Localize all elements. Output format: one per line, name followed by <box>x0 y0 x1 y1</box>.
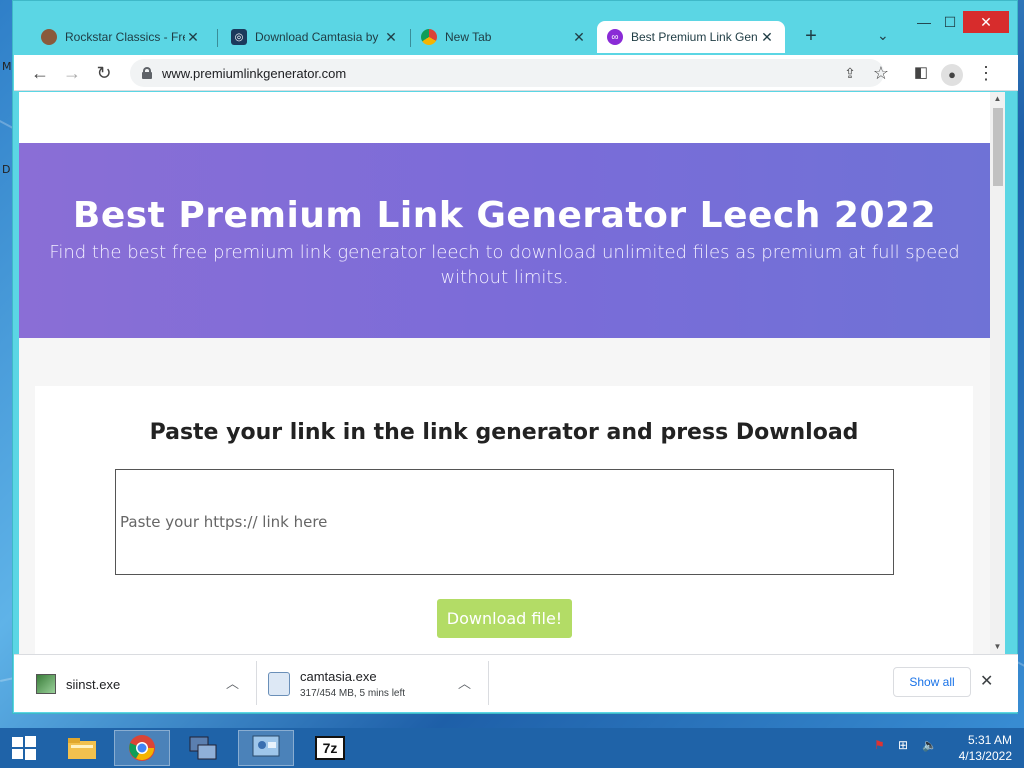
taskbar: 7z ⚑ ⊞ 🔈 5:31 AM 4/13/2022 <box>0 728 1024 768</box>
tab-camtasia[interactable]: ◎ Download Camtasia by ✕ <box>221 21 409 53</box>
bookmark-star-icon[interactable]: ☆ <box>869 61 893 85</box>
clock-time: 5:31 AM <box>967 733 1012 747</box>
network-setup-icon[interactable] <box>174 730 230 766</box>
maximize-button[interactable]: ☐ <box>935 11 965 33</box>
link-input[interactable] <box>115 469 894 575</box>
page-top-bar <box>19 92 990 143</box>
installer-icon <box>36 674 56 694</box>
download-progress-text: 317/454 MB, 5 mins left <box>300 688 406 699</box>
new-tab-button[interactable]: + <box>799 25 823 49</box>
hero-title: Best Premium Link Generator Leech 2022 <box>72 195 937 236</box>
system-clock[interactable]: 5:31 AM 4/13/2022 <box>952 732 1012 764</box>
window-close-button[interactable]: ✕ <box>963 11 1009 33</box>
generator-card: Paste your link in the link generator an… <box>35 386 973 654</box>
close-icon[interactable]: ✕ <box>383 29 399 46</box>
share-icon[interactable]: ⇪ <box>838 61 862 85</box>
7zip-icon[interactable]: 7z <box>302 730 358 766</box>
tab-title: Download Camtasia by <box>255 30 379 44</box>
download-divider <box>256 661 257 705</box>
desktop-icon-label: D <box>2 163 11 176</box>
browser-toolbar: ← → ↻ www.premiumlinkgenerator.com ⇪ ☆ ◧… <box>14 55 1018 91</box>
tab-search-chevron-icon[interactable]: ⌄ <box>877 27 889 44</box>
show-all-button[interactable]: Show all <box>893 667 971 697</box>
forward-icon[interactable]: → <box>60 61 84 85</box>
chevron-up-icon[interactable]: ︿ <box>226 673 239 692</box>
file-explorer-icon[interactable] <box>54 730 110 766</box>
link-generator-icon: ∞ <box>607 29 623 45</box>
hero-banner: Best Premium Link Generator Leech 2022 F… <box>19 143 990 338</box>
windows-start-icon[interactable] <box>0 730 48 766</box>
back-icon[interactable]: ← <box>28 61 52 85</box>
network-icon[interactable]: ⊞ <box>898 738 908 752</box>
close-icon[interactable]: ✕ <box>571 29 587 46</box>
scrollbar-thumb[interactable] <box>993 108 1003 186</box>
lock-icon <box>142 67 152 79</box>
tab-title: Best Premium Link Gen <box>631 30 758 44</box>
tab-strip: Rockstar Classics - Free ✕ ◎ Download Ca… <box>13 1 1017 55</box>
profile-icon[interactable]: ● <box>940 61 964 86</box>
menu-icon[interactable]: ⋮ <box>974 61 998 85</box>
tab-premium-link-generator[interactable]: ∞ Best Premium Link Gen ✕ <box>597 21 785 53</box>
download-file-button[interactable]: Download file! <box>437 599 572 638</box>
tab-rockstar[interactable]: Rockstar Classics - Free ✕ <box>31 21 211 53</box>
close-icon[interactable]: ✕ <box>759 29 775 46</box>
download-item[interactable]: siinst.exe <box>36 661 246 707</box>
tab-title: New Tab <box>445 30 492 44</box>
download-item[interactable]: camtasia.exe 317/454 MB, 5 mins left <box>268 661 468 707</box>
tab-divider <box>217 29 218 47</box>
control-panel-icon[interactable] <box>238 730 294 766</box>
close-icon[interactable]: ✕ <box>185 29 201 46</box>
chrome-taskbar-icon[interactable] <box>114 730 170 766</box>
form-heading: Paste your link in the link generator an… <box>149 420 859 445</box>
page-viewport: Best Premium Link Generator Leech 2022 F… <box>19 92 1005 654</box>
scroll-down-icon[interactable]: ▼ <box>990 640 1005 654</box>
chevron-up-icon[interactable]: ︿ <box>458 673 471 692</box>
chrome-icon <box>421 29 437 45</box>
download-filename: camtasia.exe <box>300 669 377 684</box>
7zip-label: 7z <box>315 736 345 760</box>
side-panel-icon[interactable]: ◧ <box>909 61 933 85</box>
desktop-icon-label: M <box>2 60 12 73</box>
download-divider <box>488 661 489 705</box>
tab-title: Rockstar Classics - Free <box>65 30 185 44</box>
address-bar[interactable]: www.premiumlinkgenerator.com <box>130 59 884 87</box>
reload-icon[interactable]: ↻ <box>92 61 116 85</box>
hero-subtitle: Find the best free premium link generato… <box>49 242 960 288</box>
download-bar: siinst.exe ︿ camtasia.exe 317/454 MB, 5 … <box>14 654 1018 712</box>
clock-date: 4/13/2022 <box>958 749 1012 763</box>
scroll-up-icon[interactable]: ▲ <box>990 92 1005 106</box>
close-download-bar-icon[interactable]: ✕ <box>980 671 993 691</box>
camtasia-icon: ◎ <box>231 29 247 45</box>
volume-muted-icon[interactable]: 🔈 <box>922 738 937 752</box>
address-text: www.premiumlinkgenerator.com <box>162 65 347 81</box>
action-center-flag-icon[interactable]: ⚑ <box>874 738 885 752</box>
tab-new-tab[interactable]: New Tab ✕ <box>411 21 597 53</box>
page-scrollbar[interactable]: ▲ ▼ <box>990 92 1005 654</box>
download-filename: siinst.exe <box>66 676 121 692</box>
browser-window: Rockstar Classics - Free ✕ ◎ Download Ca… <box>12 0 1018 714</box>
rockstar-avatar-icon <box>41 29 57 45</box>
camtasia-file-icon <box>268 672 290 696</box>
